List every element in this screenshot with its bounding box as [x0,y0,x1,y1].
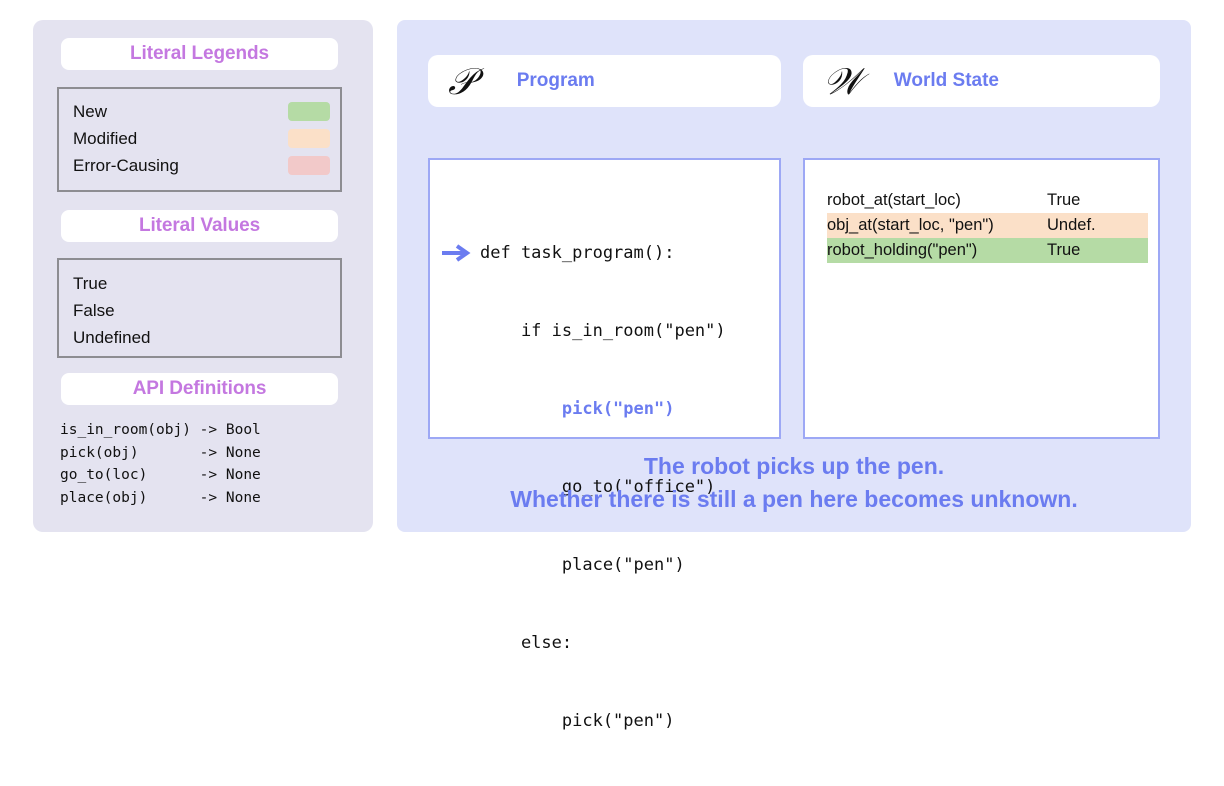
literal-value-false: False [73,301,115,320]
code-line-5: else: [480,633,573,653]
world-state-row-robot-at: robot_at(start_loc) True [827,188,1148,213]
world-state-table: robot_at(start_loc) True obj_at(start_lo… [827,188,1148,263]
literal-value-true: True [73,274,108,293]
world-state-row-obj-at: obj_at(start_loc, "pen") Undef. [827,213,1148,238]
diagram-canvas: Literal Legends New Modified Error-Causi… [0,0,1224,731]
api-definitions-list: is_in_room(obj) -> Bool pick(obj) -> Non… [60,422,261,506]
program-header-title: Program [516,70,595,91]
legend-item-error-causing-label: Error-Causing [73,155,179,175]
legend-item-modified: Modified [73,125,330,152]
world-state-value: True [1047,191,1081,209]
world-state-header-title: World State [893,70,999,91]
code-line-6: pick("pen") [480,711,675,731]
literal-legends-title-text: Literal Legends [130,43,269,64]
literal-values-title-text: Literal Values [138,215,261,236]
literal-values-box: True False Undefined [57,258,342,358]
api-definitions-title: API Definitions [61,373,338,405]
caption-line-1: The robot picks up the pen. [643,453,945,479]
legend-row-list: New Modified Error-Causing [73,98,330,179]
legend-swatch-modified [288,129,330,148]
literal-legends-box: New Modified Error-Causing [57,87,342,192]
execution-panel: 𝒫 Program 𝒲 World State def task_program… [397,20,1191,731]
execution-pointer-arrow-icon [442,244,471,262]
world-state-header-card: 𝒲 World State [803,55,1160,107]
world-state-predicate: robot_at(start_loc) [827,191,961,209]
world-state-box: robot_at(start_loc) True obj_at(start_lo… [803,158,1160,439]
legend-swatch-error-causing [288,156,330,175]
program-header-card: 𝒫 Program [428,55,781,107]
world-state-value: Undef. [1047,216,1096,234]
world-state-value: True [1047,241,1081,259]
legend-item-error-causing: Error-Causing [73,152,330,179]
code-line-2-current: pick("pen") [480,399,675,419]
code-line-1: if is_in_room("pen") [480,321,726,341]
literal-values-title: Literal Values [61,210,338,242]
literal-values-list: True False Undefined [73,270,151,351]
api-definitions-title-text: API Definitions [132,378,267,399]
legend-item-modified-label: Modified [73,128,138,148]
script-capital-w-icon: 𝒲 [823,59,862,103]
code-line-0: def task_program(): [480,243,675,263]
literal-value-undefined: Undefined [73,328,151,347]
world-state-predicate: obj_at(start_loc, "pen") [827,216,994,234]
caption-block: The robot picks up the pen. Whether ther… [397,450,1191,516]
literal-legends-title: Literal Legends [61,38,338,70]
program-code-box: def task_program(): if is_in_room("pen")… [428,158,781,731]
world-state-row-robot-holding: robot_holding("pen") True [827,238,1148,263]
legend-item-new: New [73,98,330,125]
legend-sidebar: Literal Legends New Modified Error-Causi… [33,20,373,532]
world-state-predicate: robot_holding("pen") [827,241,978,259]
code-line-4: place("pen") [480,555,685,575]
legend-swatch-new [288,102,330,121]
caption-line-2: Whether there is still a pen here become… [510,486,1078,512]
script-capital-p-icon: 𝒫 [448,59,475,103]
legend-item-new-label: New [73,101,108,121]
